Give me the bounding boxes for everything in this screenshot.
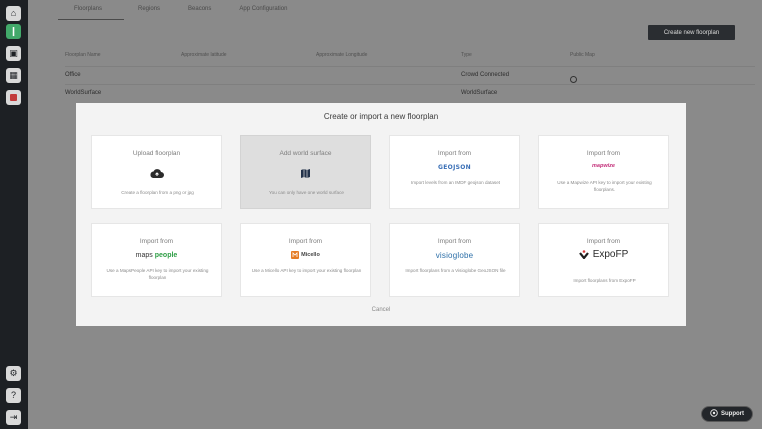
upload-floorplan-card[interactable]: Upload floorplan Create a floorplan from… xyxy=(91,135,222,209)
card-title: Import from xyxy=(139,238,174,245)
help-circle-icon xyxy=(710,409,718,419)
import-mapwize-card[interactable]: Import from mapwize Use a Mapwize API ke… xyxy=(538,135,669,209)
modal-title: Create or import a new floorplan xyxy=(323,112,439,121)
column-header: Floorplan Name xyxy=(65,52,101,58)
import-micello-card[interactable]: Import from Micello Use a Micello API ke… xyxy=(240,223,371,297)
table-row[interactable]: WorldSurface WorldSurface xyxy=(65,84,755,102)
map-icon xyxy=(241,167,370,179)
import-visioglobe-card[interactable]: Import from visioglobe Import floorplans… xyxy=(389,223,520,297)
geojson-logo: GEOJSON xyxy=(438,163,471,171)
mapwize-logo: mapwize xyxy=(592,163,615,169)
tab-beacons[interactable]: Beacons xyxy=(174,0,225,20)
calendar-icon[interactable]: ▦ xyxy=(6,68,21,83)
tab-floorplans[interactable]: Floorplans xyxy=(58,0,125,20)
support-label: Support xyxy=(721,411,744,417)
card-title: Import from xyxy=(586,238,621,245)
tab-regions[interactable]: Regions xyxy=(124,0,174,20)
column-header: Approximate Longitude xyxy=(316,52,368,58)
table-header: Floorplan Name Approximate latitude Appr… xyxy=(65,50,755,62)
tab-app-configuration[interactable]: App Configuration xyxy=(225,0,301,20)
import-mapspeople-card[interactable]: Import from maps people Use a MapsPeople… xyxy=(91,223,222,297)
micello-logo: Micello xyxy=(241,249,370,261)
visioglobe-logo: visioglobe xyxy=(435,250,474,260)
add-world-surface-card[interactable]: Add world surface You can only have one … xyxy=(240,135,371,209)
card-title: Import from xyxy=(288,238,323,245)
card-title: Add world surface xyxy=(279,150,332,157)
support-button[interactable]: Support xyxy=(701,406,753,422)
floorplan-type: WorldSurface xyxy=(461,90,498,96)
card-description: Import levels from an IMDF geojson datas… xyxy=(410,180,501,185)
column-header: Type xyxy=(461,52,472,58)
tab-bar: Floorplans Regions Beacons App Configura… xyxy=(58,0,301,20)
import-geojson-card[interactable]: Import from GEOJSON Import levels from a… xyxy=(389,135,520,209)
help-icon[interactable]: ? xyxy=(6,388,21,403)
floorplan-name: Office xyxy=(65,72,81,78)
card-title: Import from xyxy=(586,150,621,157)
book-icon[interactable]: ▣ xyxy=(6,46,21,61)
cancel-button[interactable]: Cancel xyxy=(76,307,686,313)
report-icon[interactable] xyxy=(6,90,21,105)
column-header: Approximate latitude xyxy=(181,52,227,58)
card-description: Use a Mapwize API key to import your exi… xyxy=(557,180,652,192)
sidebar: ⌂ ❙ ▣ ▦ ⚙ ? ⇥ xyxy=(0,0,28,429)
card-description: Import floorplans from ExpoFP xyxy=(573,278,636,283)
mapspeople-logo: maps people xyxy=(135,251,178,259)
table-row[interactable]: Office Crowd Connected xyxy=(65,66,755,84)
home-icon[interactable]: ⌂ xyxy=(6,6,21,21)
logout-icon[interactable]: ⇥ xyxy=(6,410,21,425)
card-description: Create a floorplan from a png or jpg xyxy=(121,190,194,195)
card-description: Use a Micello API key to import your exi… xyxy=(251,268,362,273)
cloud-upload-icon xyxy=(92,167,221,179)
column-header: Public Map xyxy=(570,52,595,58)
create-new-floorplan-button[interactable]: Create new floorplan xyxy=(648,25,735,40)
card-description: You can only have one world surface xyxy=(269,190,344,195)
expofp-logo: ExpoFP xyxy=(539,248,668,260)
card-title: Import from xyxy=(437,238,472,245)
card-title: Upload floorplan xyxy=(132,150,181,157)
card-description: Use a MapsPeople API key to import your … xyxy=(106,268,209,280)
floorplan-type: Crowd Connected xyxy=(461,72,510,78)
card-title: Import from xyxy=(437,150,472,157)
layers-icon[interactable]: ❙ xyxy=(6,24,21,39)
floorplan-name: WorldSurface xyxy=(65,90,102,96)
settings-icon[interactable]: ⚙ xyxy=(6,366,21,381)
card-description: Import floorplans from a Visioglobe GeoJ… xyxy=(405,268,506,273)
create-floorplan-modal: Create or import a new floorplan Upload … xyxy=(76,103,686,326)
import-expofp-card[interactable]: Import from ExpoFP Import floorplans fro… xyxy=(538,223,669,297)
